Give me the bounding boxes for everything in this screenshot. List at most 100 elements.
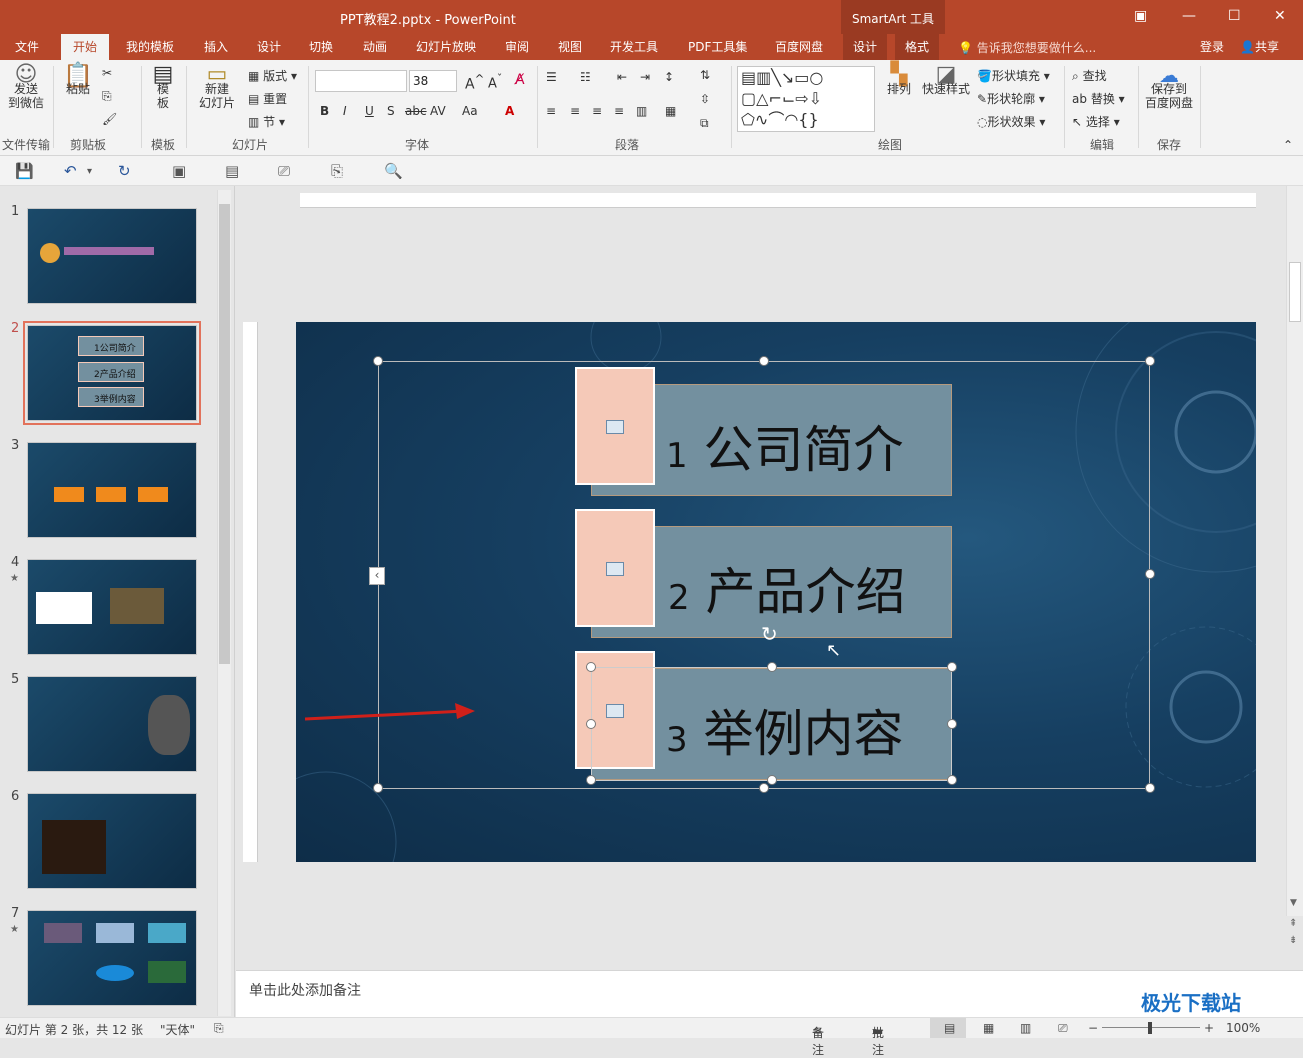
shape-resize-handle[interactable] bbox=[767, 662, 777, 672]
line-shape-icon[interactable]: ╲ bbox=[771, 68, 781, 87]
arrange-button[interactable]: ▚ 排列 bbox=[882, 64, 916, 97]
close-button[interactable]: ✕ bbox=[1274, 8, 1286, 24]
slide-thumbnail-7[interactable] bbox=[27, 910, 197, 1006]
shape-fill-button[interactable]: 🪣形状填充 ▾ bbox=[977, 67, 1050, 84]
resize-handle[interactable] bbox=[1145, 356, 1155, 366]
shape-resize-handle[interactable] bbox=[947, 775, 957, 785]
slide-thumbnail-5[interactable] bbox=[27, 676, 197, 772]
distribute-icon[interactable]: ▥ bbox=[636, 104, 647, 118]
scribble-shape-icon[interactable]: ∿ bbox=[755, 110, 768, 129]
brace-shape-icon[interactable]: { bbox=[798, 110, 808, 129]
align-right-icon[interactable]: ≡ bbox=[592, 104, 602, 118]
bullets-icon[interactable]: ☰ bbox=[546, 70, 557, 84]
minimize-button[interactable]: — bbox=[1182, 8, 1196, 24]
notes-placeholder[interactable]: 单击此处添加备注 bbox=[249, 980, 361, 1000]
tell-me-search[interactable]: 💡 告诉我您想要做什么... bbox=[958, 39, 1096, 56]
convert-smartart-icon[interactable]: ⧉ bbox=[700, 116, 709, 131]
right-arrow-shape-icon[interactable]: ⇨ bbox=[795, 89, 808, 108]
zoom-level[interactable]: 100% bbox=[1226, 1021, 1260, 1035]
font-size-box[interactable]: 38 bbox=[409, 70, 457, 92]
print-preview-icon[interactable]: 🔍 bbox=[384, 162, 403, 180]
tab-pdf-tools[interactable]: PDF工具集 bbox=[688, 38, 747, 55]
justify-icon[interactable]: ≡ bbox=[614, 104, 624, 118]
rotate-handle-icon[interactable]: ↻ bbox=[761, 622, 778, 646]
scrollbar-thumb[interactable] bbox=[219, 204, 230, 664]
slide-thumbnail-3[interactable] bbox=[27, 442, 197, 538]
cut-icon[interactable]: ✂ bbox=[102, 66, 112, 80]
picture-placeholder[interactable] bbox=[575, 367, 655, 485]
reset-button[interactable]: ▤ 重置 bbox=[248, 90, 287, 107]
new-slide-button[interactable]: ▭ 新建 幻灯片 bbox=[192, 64, 242, 111]
paste-button[interactable]: 📋 粘贴 bbox=[60, 63, 96, 96]
present-current-icon[interactable]: ⎘ bbox=[331, 162, 343, 180]
text-direction-icon[interactable]: ⇅ bbox=[700, 68, 710, 82]
list-item-text[interactable]: 2 产品介绍 bbox=[668, 552, 906, 624]
scrollbar-thumb[interactable] bbox=[1289, 262, 1301, 322]
curve-shape-icon[interactable]: ⌒ bbox=[768, 110, 784, 129]
text-pane-toggle[interactable]: ‹ bbox=[369, 567, 385, 585]
find-button[interactable]: ⌕ 查找 bbox=[1072, 67, 1107, 84]
align-left-icon[interactable]: ≡ bbox=[546, 104, 556, 118]
reading-view-icon[interactable]: ▥ bbox=[1020, 1021, 1031, 1035]
vtextbox-shape-icon[interactable]: ▥ bbox=[756, 68, 771, 87]
editor-scrollbar[interactable]: ▼ bbox=[1286, 186, 1303, 916]
resize-handle[interactable] bbox=[1145, 783, 1155, 793]
freeform-shape-icon[interactable]: ⬠ bbox=[741, 110, 755, 129]
notes-pane[interactable]: 单击此处添加备注 极光下载站 bbox=[236, 970, 1303, 1017]
resize-handle[interactable] bbox=[373, 783, 383, 793]
elbow-shape-icon[interactable]: ⌙ bbox=[782, 89, 795, 108]
shape-resize-handle[interactable] bbox=[586, 662, 596, 672]
shrink-font-icon[interactable]: Aˇ bbox=[488, 72, 502, 91]
slide-thumbnail-2[interactable]: 1公司简介 2产品介绍 3举例内容 bbox=[23, 321, 201, 425]
align-text-icon[interactable]: ⇳ bbox=[700, 92, 710, 106]
decrease-indent-icon[interactable]: ⇤ bbox=[617, 70, 627, 84]
tab-developer[interactable]: 开发工具 bbox=[610, 38, 658, 55]
slide-canvas[interactable]: ‹ 1 公司简介 2 产品介绍 3 举例内容 ↻ ↖ bbox=[296, 322, 1256, 862]
copy-icon[interactable]: ⎘ bbox=[102, 89, 112, 104]
thumbnails-scrollbar[interactable] bbox=[217, 190, 231, 1016]
quick-styles-button[interactable]: ◪ 快速样式 bbox=[920, 64, 972, 97]
arrow-line-shape-icon[interactable]: ↘ bbox=[781, 68, 794, 87]
shape-resize-handle[interactable] bbox=[947, 719, 957, 729]
clear-format-icon[interactable]: A̸ bbox=[515, 72, 525, 88]
resize-handle[interactable] bbox=[373, 356, 383, 366]
redo-icon[interactable]: ↻ bbox=[118, 162, 131, 180]
columns-icon[interactable]: ▦ bbox=[665, 104, 676, 118]
line-spacing-icon[interactable]: ↕ bbox=[664, 70, 674, 84]
resize-handle[interactable] bbox=[1145, 569, 1155, 579]
ribbon-display-icon[interactable]: ▣ bbox=[1134, 8, 1147, 24]
list-item-text[interactable]: 1 公司简介 bbox=[666, 410, 904, 482]
oval-shape-icon[interactable]: ○ bbox=[809, 68, 823, 87]
collapse-ribbon-icon[interactable]: ⌃ bbox=[1283, 138, 1293, 152]
next-slide-icon[interactable]: ⇟ bbox=[1289, 935, 1297, 946]
section-button[interactable]: ▥ 节 ▾ bbox=[248, 113, 285, 130]
prev-slide-icon[interactable]: ⇞ bbox=[1289, 918, 1297, 929]
slide-thumbnail-6[interactable] bbox=[27, 793, 197, 889]
spellcheck-icon[interactable]: ⎘ bbox=[214, 1021, 224, 1036]
down-arrow-shape-icon[interactable]: ⇩ bbox=[809, 89, 822, 108]
zoom-slider-thumb[interactable] bbox=[1148, 1022, 1152, 1034]
char-spacing-icon[interactable]: AV bbox=[430, 104, 446, 118]
maximize-button[interactable]: ☐ bbox=[1228, 8, 1241, 24]
tab-view[interactable]: 视图 bbox=[558, 38, 582, 55]
shape-effects-button[interactable]: ◌形状效果 ▾ bbox=[977, 113, 1045, 130]
tab-review[interactable]: 审阅 bbox=[505, 38, 529, 55]
shape-resize-handle[interactable] bbox=[586, 719, 596, 729]
tab-home[interactable]: 开始 bbox=[61, 34, 110, 60]
font-name-box[interactable] bbox=[315, 70, 407, 92]
send-wechat-button[interactable]: ☺ 发送 到微信 bbox=[4, 64, 48, 111]
rect-shape-icon[interactable]: ▭ bbox=[794, 68, 809, 87]
change-case-icon[interactable]: Aa bbox=[462, 104, 478, 118]
present-from-start-icon[interactable]: ⎚ bbox=[278, 162, 290, 180]
bold-icon[interactable]: B bbox=[320, 104, 329, 118]
zoom-in-icon[interactable]: + bbox=[1204, 1021, 1214, 1035]
template-button[interactable]: ▤ 模 板 bbox=[148, 64, 178, 111]
numbering-icon[interactable]: ☷ bbox=[580, 70, 591, 84]
shapes-gallery[interactable]: ▤▥╲↘▭○ ▢△⌐⌙⇨⇩ ⬠∿⌒◠{} bbox=[737, 66, 875, 132]
grow-font-icon[interactable]: A^ bbox=[465, 72, 484, 93]
tab-slideshow[interactable]: 幻灯片放映 bbox=[416, 38, 476, 55]
tab-my-templates[interactable]: 我的模板 bbox=[126, 38, 174, 55]
shape-resize-handle[interactable] bbox=[586, 775, 596, 785]
tab-design[interactable]: 设计 bbox=[257, 38, 281, 55]
align-center-icon[interactable]: ≡ bbox=[570, 104, 580, 118]
